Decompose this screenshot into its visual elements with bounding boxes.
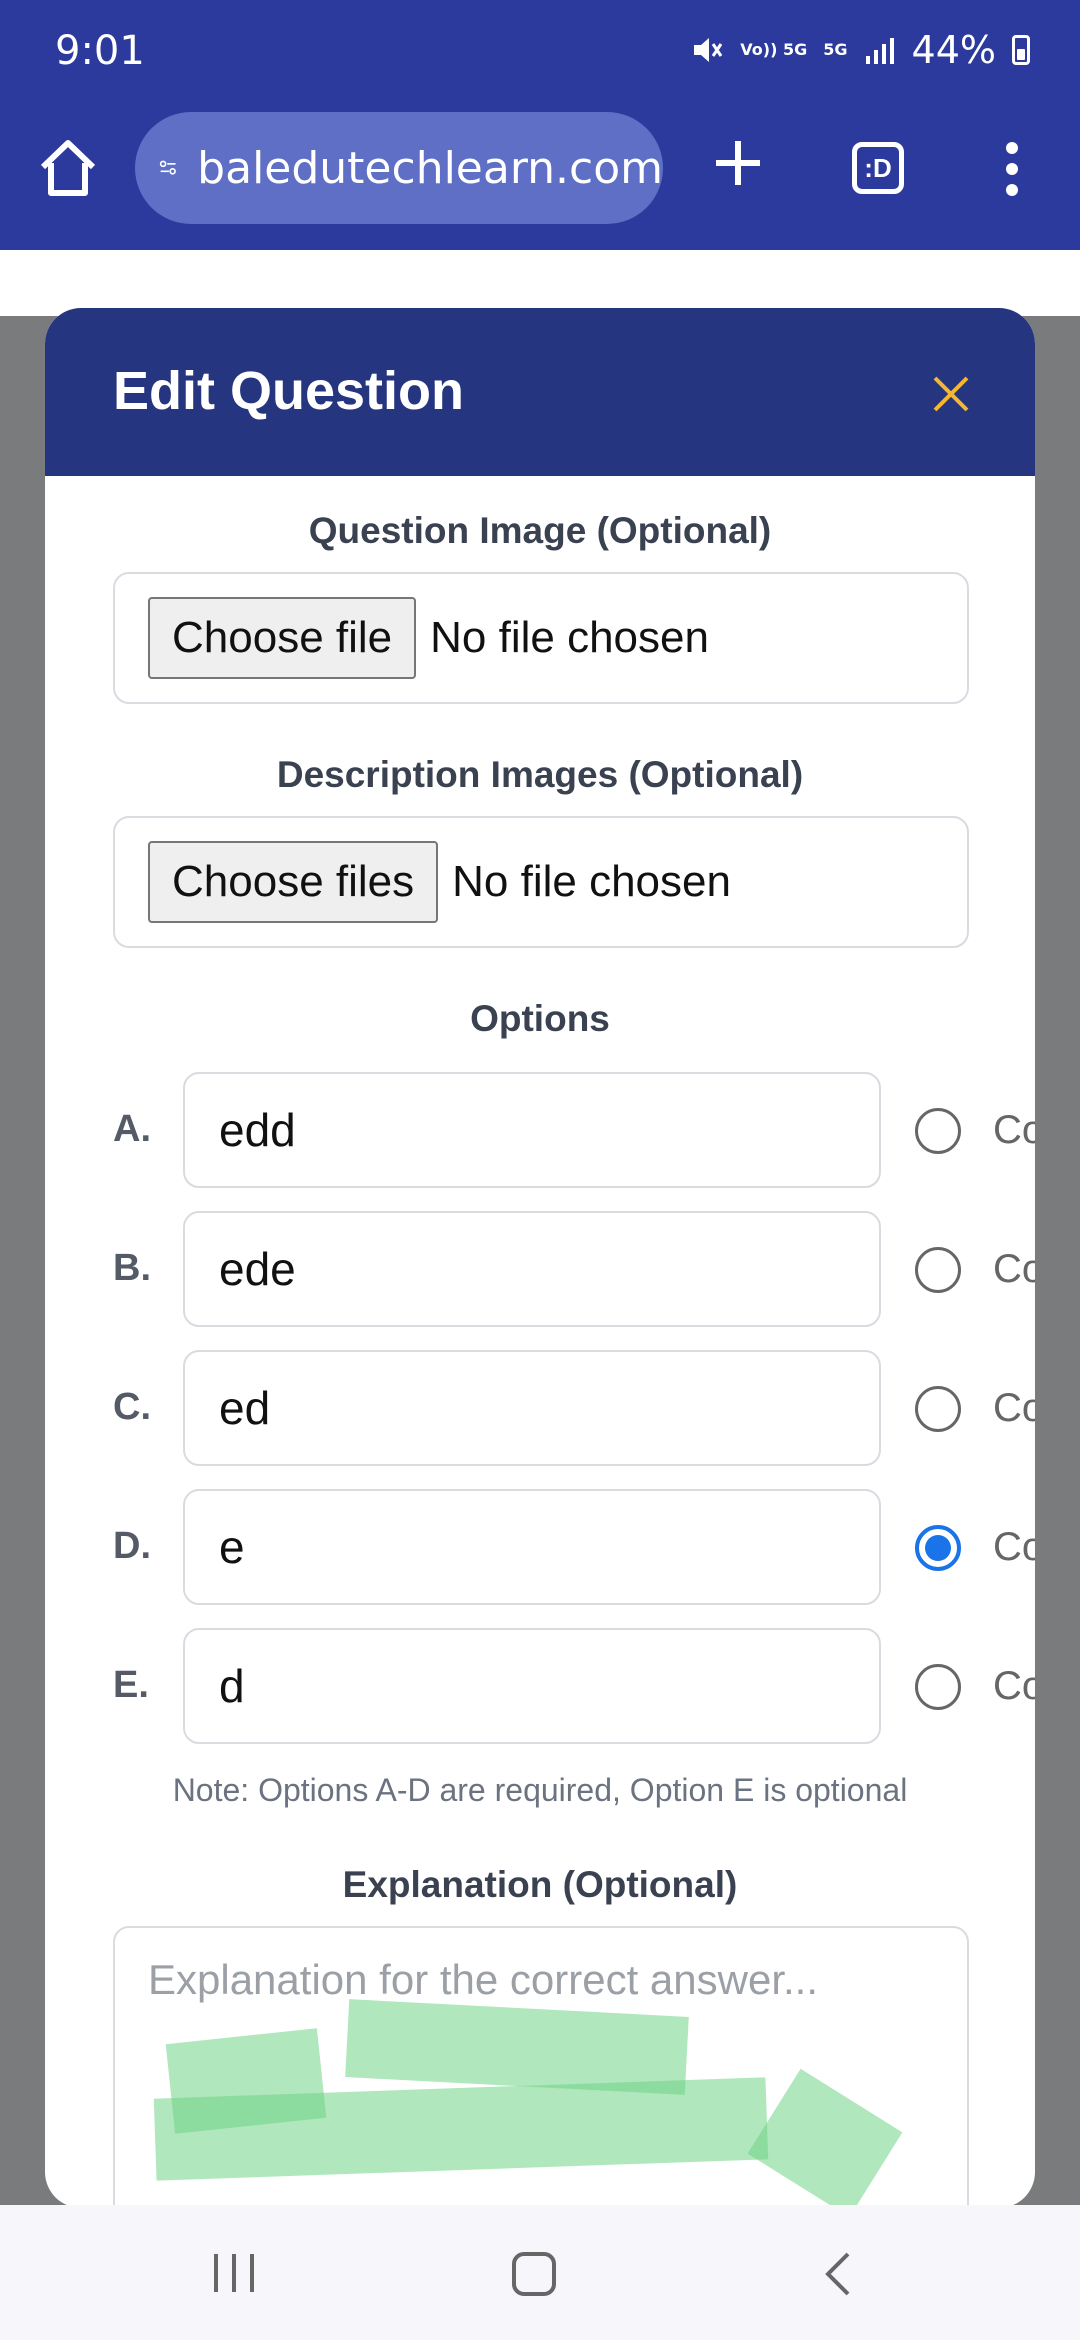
signal-icon: [865, 38, 894, 64]
redaction-mark: [747, 2068, 903, 2208]
correct-radio-a[interactable]: [915, 1108, 961, 1154]
correct-label: Co: [993, 1247, 1035, 1291]
mute-icon: [694, 38, 723, 62]
option-letter: E.: [113, 1664, 149, 1706]
system-nav-bar: [0, 2205, 1080, 2340]
home-nav-icon[interactable]: [510, 2250, 558, 2298]
page-background: [0, 250, 1080, 316]
explanation-label: Explanation (Optional): [342, 1864, 738, 1905]
correct-label: Co: [993, 1386, 1035, 1430]
option-letter: D.: [113, 1525, 151, 1567]
status-time: 9:01: [55, 28, 145, 74]
option-letter: A.: [113, 1108, 151, 1150]
site-settings-icon[interactable]: [159, 146, 177, 190]
new-tab-icon[interactable]: [710, 135, 766, 191]
choose-file-button[interactable]: Choose file: [148, 597, 417, 679]
5g-icon: 5G: [823, 40, 848, 59]
correct-radio-d[interactable]: [915, 1525, 961, 1571]
option-row-b: B. ede Co: [45, 1211, 1035, 1327]
correct-radio-c[interactable]: [915, 1386, 961, 1432]
battery-percent: 44%: [911, 28, 996, 72]
url-text: baledutechlearn.com: [197, 142, 663, 194]
options-note: Note: Options A-D are required, Option E…: [172, 1772, 908, 1808]
home-icon[interactable]: [35, 135, 101, 201]
option-row-a: A. edd Co: [45, 1072, 1035, 1188]
option-input-d[interactable]: e: [183, 1489, 881, 1605]
back-icon[interactable]: [820, 2250, 856, 2298]
description-images-label: Description Images (Optional): [276, 754, 804, 795]
correct-radio-e[interactable]: [915, 1664, 961, 1710]
option-letter: C.: [113, 1386, 151, 1428]
option-row-d: D. e Co: [45, 1489, 1035, 1605]
option-input-c[interactable]: ed: [183, 1350, 881, 1466]
correct-radio-b[interactable]: [915, 1247, 961, 1293]
volte-icon: Vo)) 5G: [740, 40, 808, 59]
explanation-textarea[interactable]: Explanation for the correct answer...: [113, 1926, 969, 2208]
question-image-label: Question Image (Optional): [308, 510, 772, 551]
status-icons: Vo)) 5G 5G 44%: [688, 28, 1030, 72]
recent-apps-icon[interactable]: [210, 2250, 258, 2296]
options-label: Options: [470, 998, 610, 1039]
url-bar[interactable]: baledutechlearn.com: [135, 112, 663, 224]
explanation-placeholder: Explanation for the correct answer...: [148, 1956, 819, 2003]
option-row-c: C. ed Co: [45, 1350, 1035, 1466]
question-image-input[interactable]: Choose file No file chosen: [113, 572, 969, 704]
tabs-button[interactable]: :D: [852, 142, 904, 194]
redaction-mark: [345, 1999, 689, 2095]
edit-question-modal: Edit Question Question Image (Optional) …: [45, 308, 1035, 2208]
more-menu-icon[interactable]: [1000, 140, 1024, 198]
file-status: No file chosen: [430, 613, 709, 662]
description-images-input[interactable]: Choose files No file chosen: [113, 816, 969, 948]
modal-header: Edit Question: [45, 308, 1035, 476]
files-status: No file chosen: [452, 857, 731, 906]
tabs-label: :D: [864, 152, 892, 183]
battery-icon: [1012, 35, 1030, 65]
option-row-e: E. d Co: [45, 1628, 1035, 1744]
correct-label: Co: [993, 1664, 1035, 1708]
option-input-a[interactable]: edd: [183, 1072, 881, 1188]
correct-label: Co: [993, 1108, 1035, 1152]
option-letter: B.: [113, 1247, 151, 1289]
modal-title: Edit Question: [113, 361, 464, 421]
choose-files-button[interactable]: Choose files: [148, 841, 439, 923]
close-icon[interactable]: [929, 372, 973, 416]
option-input-b[interactable]: ede: [183, 1211, 881, 1327]
browser-toolbar: 9:01 Vo)) 5G 5G 44% baledutechlearn.com: [0, 0, 1080, 250]
correct-label: Co: [993, 1525, 1035, 1569]
option-input-e[interactable]: d: [183, 1628, 881, 1744]
